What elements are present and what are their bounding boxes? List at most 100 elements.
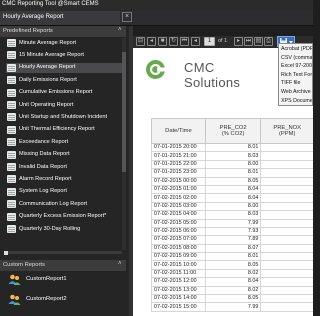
column-header: PRE_CO2 (% CO2) [204,118,262,144]
report-item[interactable]: Minute Average Report [6,38,122,48]
table-cell: 8.05 [204,294,262,304]
page-count: of 1 [218,38,228,44]
report-item[interactable]: Unit Thermal Efficiency Report [6,125,122,135]
next-page-icon[interactable]: ▸ [234,37,243,46]
report-item[interactable]: Quarterly 30-Day Rolling [6,224,122,234]
table-cell: 8.01 [204,252,262,262]
custom-reports-header[interactable]: Custom Reports ˄ [0,260,126,271]
table-cell: 07-02-2015 05:00 [151,218,206,228]
report-item-label: Quarterly 30-Day Rolling [19,225,81,232]
report-item[interactable]: Hourly Average Report [6,62,122,73]
custom-report-item[interactable]: CustomReport2 [6,291,122,309]
table-cell: 7.89 [204,235,262,245]
print-icon[interactable]: ⎙ [264,37,273,46]
table-cell: 07-02-2015 12:00 [151,277,206,287]
table-cell: 8.01 [204,168,262,178]
report-document-icon [7,63,16,72]
report-item[interactable]: 15 Minute Average Report [6,50,122,60]
report-item-label: System Log Report [19,188,67,195]
report-document-icon [7,101,16,109]
refresh-icon[interactable]: ↻ [169,37,178,46]
predefined-reports-header[interactable]: Predefined Reports ˄ [0,26,126,37]
table-cell [260,277,313,287]
tab-close-button[interactable]: × [122,12,132,22]
report-item-label: Exceedance Report [19,138,69,145]
stop-icon[interactable]: ■ [158,37,167,46]
export-option[interactable]: CSV (comma d [281,55,312,61]
report-item-label: 15 Minute Average Report [19,51,84,58]
table-cell: 07-02-2015 08:00 [151,243,206,254]
print-layout-icon[interactable]: ▤ [254,37,263,46]
table-row: 07-02-2015 06:00 7.93 [151,226,313,237]
table-cell: 07-02-2015 14:00 [151,294,206,304]
table-cell [260,302,313,312]
predefined-reports-title: Predefined Reports [3,28,53,34]
table-cell: 8.04 [204,184,262,195]
table-header-row: Date/Time PRE_CO2 (% CO2) PRE_NOX (PPM) [151,118,313,144]
last-page-icon[interactable]: ⏭ [244,37,253,46]
table-cell: 7.99 [204,218,262,228]
table-row: 07-02-2015 02:00 8.04 [151,193,313,203]
chevron-up-icon[interactable]: ˄ [118,261,122,267]
back-icon[interactable]: ◂ [147,37,156,46]
table-cell [260,193,313,203]
page-number-input[interactable]: 1 [204,37,215,46]
report-item[interactable]: Exceedance Report [6,137,122,147]
report-item[interactable]: Quarterly Excess Emission Report* [6,212,122,222]
report-item[interactable]: System Log Report [6,187,122,197]
table-cell: 07-01-2015 20:00 [151,142,206,153]
sidebar-scrollbar[interactable] [122,38,126,250]
report-item-label: Cumulative Emissions Report [19,89,93,96]
scrollbar-thumb[interactable] [122,52,126,172]
prev-page-icon[interactable]: ◂ [191,37,200,46]
report-item[interactable]: Unit Startup and Shutdown Incident [6,112,122,122]
table-row: 07-02-2015 08:00 8.07 [151,243,313,254]
export-option[interactable]: Rich Text Form [281,72,312,78]
report-item-label: Daily Emissions Report [19,76,77,83]
table-row: 07-02-2015 00:00 8.05 [151,176,313,186]
table-cell [260,243,313,254]
report-document-icon [7,76,16,85]
export-option[interactable]: XPS Documen [281,98,312,104]
table-cell [260,260,313,270]
custom-report-item[interactable]: CustomReport1 [6,271,122,289]
table-cell [260,268,313,279]
table-cell: 07-02-2015 11:00 [151,268,206,279]
table-cell: 7.99 [204,302,262,312]
sidebar-horizontal-scrollbar[interactable] [6,251,122,254]
tab-hourly-average-report[interactable]: Hourly Average Report [0,11,120,25]
table-cell: 8.00 [204,201,262,212]
table-cell: 8.02 [204,268,262,279]
table-cell: 07-01-2015 21:00 [151,151,206,161]
export-option[interactable]: Excel 97-2003 [281,63,312,69]
table-row: 07-02-2015 11:00 8.02 [151,268,313,279]
table-cell [260,294,313,304]
report-item[interactable]: Daily Emissions Report [6,75,122,85]
export-option[interactable]: Acrobat (PDF) [281,46,312,52]
table-cell: 07-02-2015 04:00 [151,210,206,220]
export-option[interactable]: Web Archive [281,89,312,95]
table-cell: 8.07 [204,243,262,254]
report-item[interactable]: Alarm Record Report [6,174,122,184]
table-row: 07-02-2015 01:00 8.04 [151,184,313,195]
splitter-handle[interactable] [4,251,8,255]
report-document-icon [7,39,16,47]
table-row: 07-02-2015 04:00 8.03 [151,210,313,220]
tree-toggle-icon[interactable]: ⊟ [136,37,145,46]
table-cell [260,285,313,296]
report-document-icon [7,163,16,171]
first-page-icon[interactable]: ⏮ [180,37,189,46]
report-item[interactable]: Communication Log Report [6,199,122,209]
report-document-icon [7,113,16,122]
report-item[interactable]: Invalid Data Report [6,162,122,172]
table-cell [260,210,313,220]
chevron-up-icon[interactable]: ˄ [118,27,122,33]
table-row: 07-02-2015 14:00 8.05 [151,294,313,304]
table-row: 07-01-2015 22:00 8.00 [151,159,313,170]
report-item[interactable]: Cumulative Emissions Report [6,88,122,98]
export-option[interactable]: TIFF file [281,80,312,86]
export-format-menu: Acrobat (PDF) CSV (comma d Excel 97-2003 Ri… [278,43,313,106]
report-item[interactable]: Missing Data Report [6,150,122,160]
table-cell: 07-02-2015 07:00 [151,235,206,245]
report-item[interactable]: Unit Operating Report [6,100,122,110]
